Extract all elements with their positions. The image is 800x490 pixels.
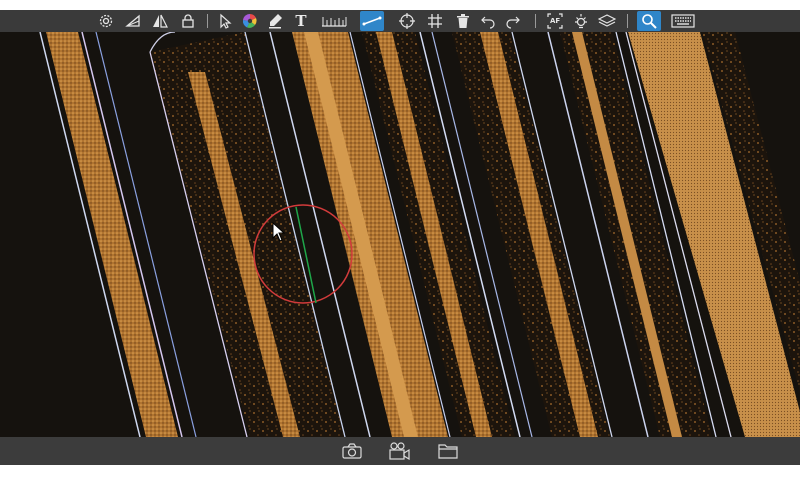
layers-icon[interactable] [597, 11, 617, 31]
video-camera-icon[interactable] [387, 440, 411, 462]
zoom-icon[interactable] [637, 11, 661, 31]
toolbar-separator [535, 14, 536, 28]
pointer-icon[interactable] [215, 11, 235, 31]
text-icon[interactable]: T [291, 11, 311, 31]
flip-vertical-icon[interactable] [123, 11, 143, 31]
color-wheel-icon[interactable] [240, 11, 260, 31]
toolbar-separator [627, 14, 628, 28]
bottom-toolbar [0, 437, 800, 465]
trash-icon[interactable] [453, 11, 473, 31]
grid-icon[interactable] [425, 11, 445, 31]
ruler-icon[interactable] [320, 11, 348, 31]
autofocus-label: AF [550, 17, 561, 25]
toolbar-separator [207, 14, 208, 28]
redo-icon[interactable] [503, 11, 523, 31]
trace-stripes [39, 32, 800, 437]
brightness-icon[interactable] [571, 11, 591, 31]
text-tool-label: T [295, 12, 307, 30]
mouse-cursor-icon [272, 222, 286, 242]
keyboard-icon[interactable] [670, 11, 696, 31]
folder-icon[interactable] [436, 440, 460, 462]
microscope-image [39, 32, 800, 437]
lock-icon[interactable] [178, 11, 198, 31]
camera-icon[interactable] [340, 440, 364, 462]
measure-line-icon[interactable] [360, 11, 384, 31]
autofocus-icon[interactable]: AF [545, 11, 565, 31]
pen-icon[interactable] [265, 11, 285, 31]
gear-icon[interactable] [96, 11, 116, 31]
undo-icon[interactable] [478, 11, 498, 31]
top-toolbar: T AF [0, 10, 800, 32]
flip-horizontal-icon[interactable] [150, 11, 170, 31]
image-viewport[interactable] [0, 32, 800, 437]
microscope-app: T AF [0, 0, 800, 490]
crosshair-icon[interactable] [397, 11, 417, 31]
